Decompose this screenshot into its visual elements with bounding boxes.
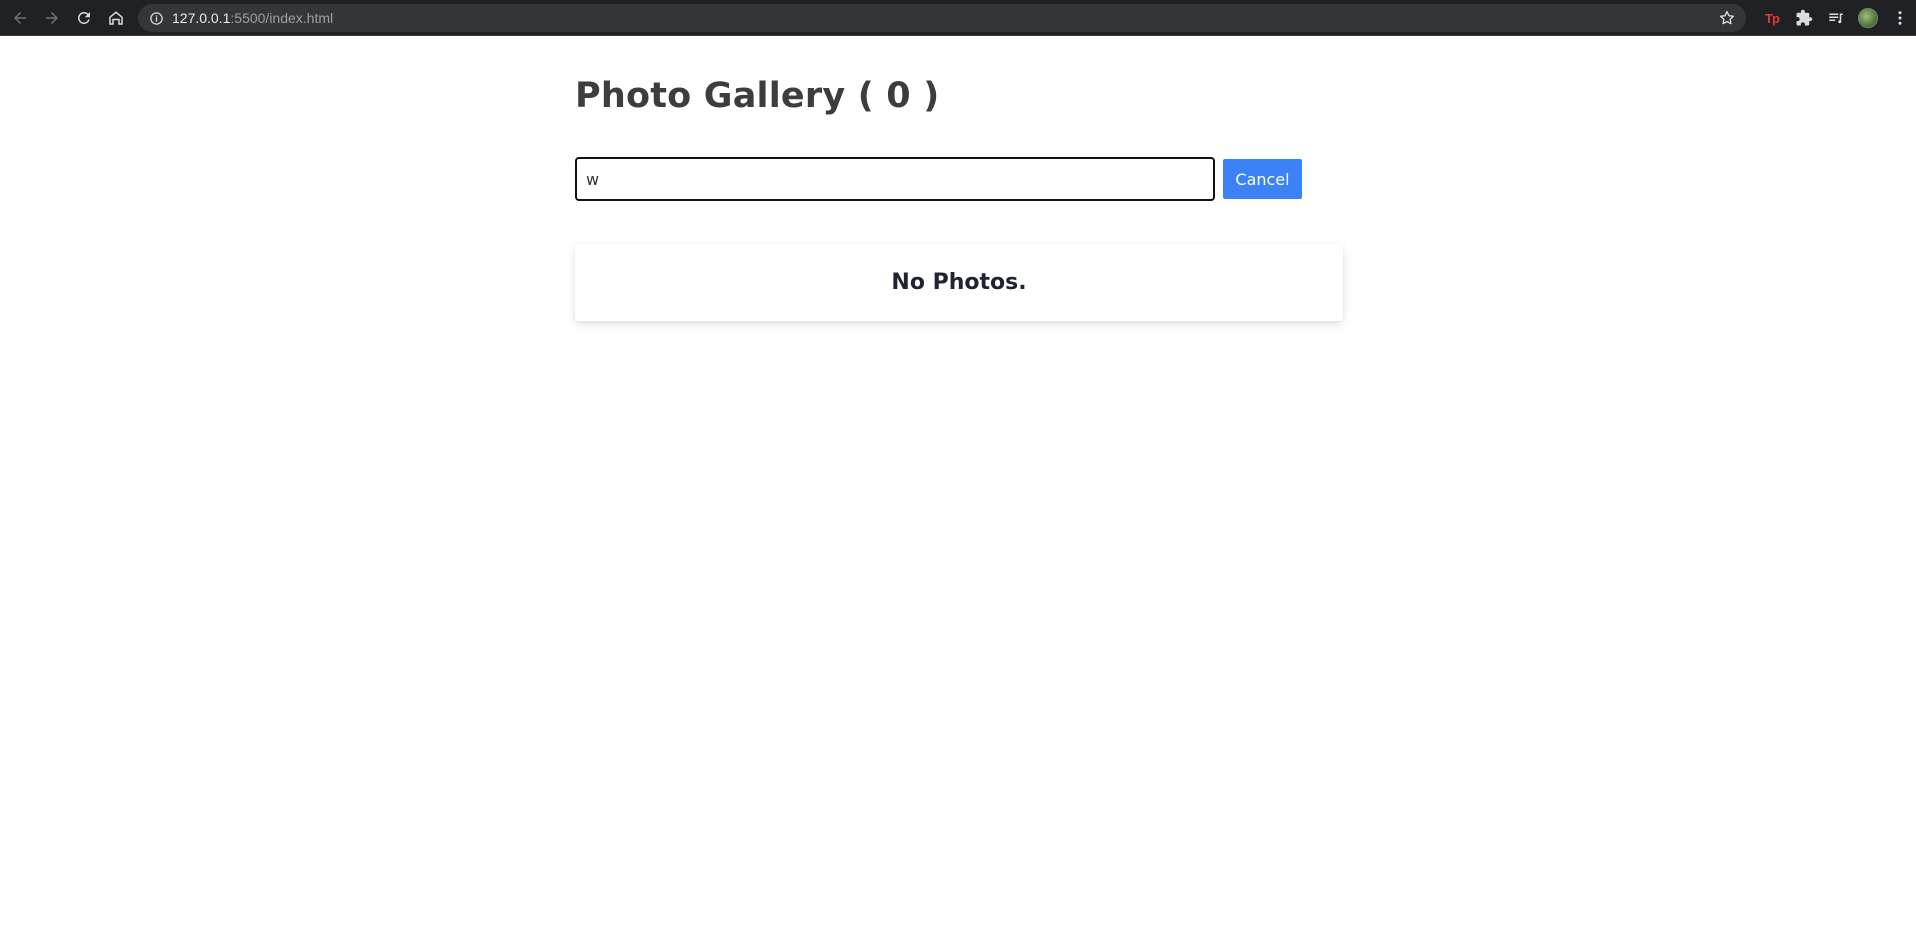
address-bar[interactable]: 127.0.0.1:5500/index.html <box>138 4 1746 32</box>
forward-arrow-icon[interactable] <box>36 2 68 34</box>
page-title: Photo Gallery ( 0 ) <box>575 76 940 116</box>
url-path: :5500/index.html <box>230 10 334 26</box>
empty-state-message: No Photos. <box>891 270 1027 295</box>
browser-toolbar: 127.0.0.1:5500/index.html Tp <box>0 0 1916 36</box>
search-input[interactable] <box>575 157 1215 201</box>
extensions-area: Tp <box>1756 0 1916 36</box>
tp-extension-icon[interactable]: Tp <box>1756 2 1788 34</box>
cancel-button[interactable]: Cancel <box>1223 159 1302 199</box>
reading-list-icon[interactable] <box>1820 2 1852 34</box>
tp-extension-label: Tp <box>1765 10 1780 26</box>
reload-icon[interactable] <box>68 2 100 34</box>
site-info-icon[interactable] <box>148 10 164 26</box>
empty-state-card: No Photos. <box>575 244 1343 321</box>
home-icon[interactable] <box>100 2 132 34</box>
page-content: Photo Gallery ( 0 ) Cancel No Photos. <box>0 36 1916 942</box>
url-text: 127.0.0.1:5500/index.html <box>172 10 333 26</box>
profile-avatar[interactable] <box>1852 2 1884 34</box>
url-host: 127.0.0.1 <box>172 10 231 26</box>
back-arrow-icon[interactable] <box>4 2 36 34</box>
avatar-image <box>1858 8 1878 28</box>
bookmark-star-icon[interactable] <box>1718 9 1736 27</box>
more-menu-icon[interactable] <box>1884 2 1916 34</box>
extension-puzzle-icon[interactable] <box>1788 2 1820 34</box>
